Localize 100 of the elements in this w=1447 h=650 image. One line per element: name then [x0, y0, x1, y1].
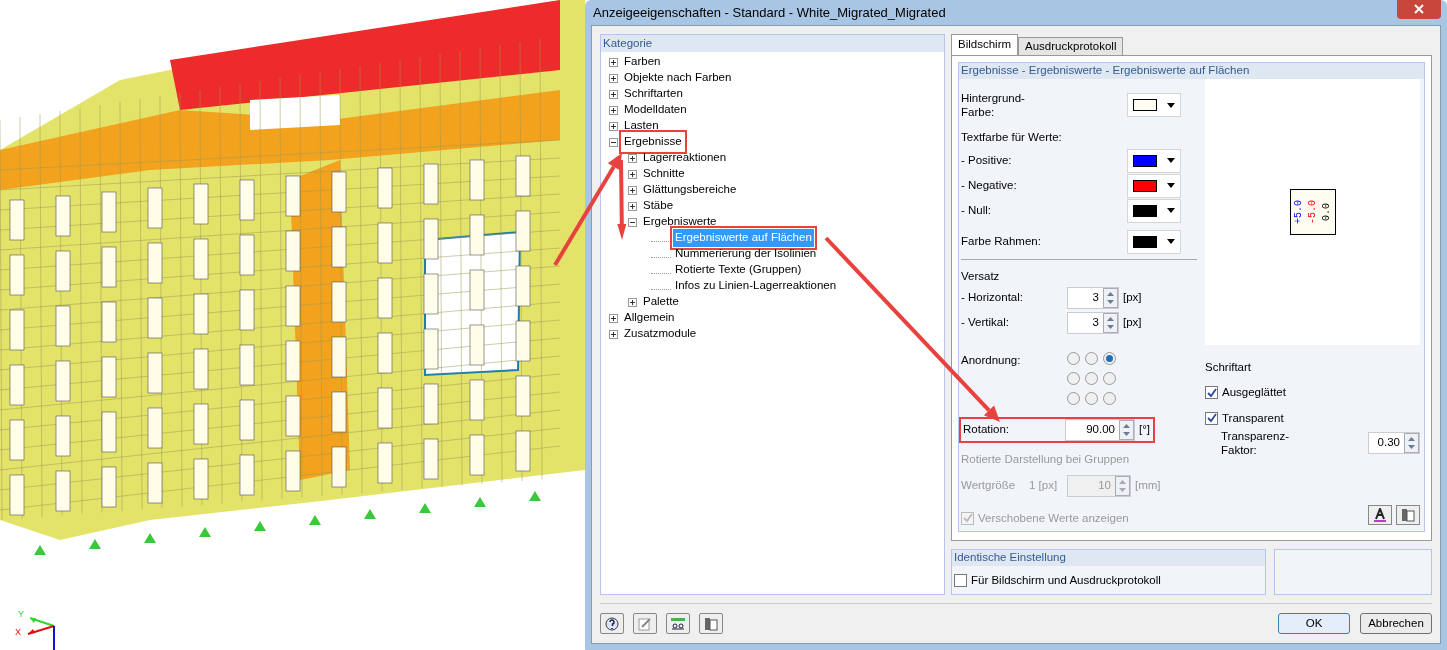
field-label: Anordnung: [961, 352, 1022, 368]
spin-field[interactable]: 3 [1067, 287, 1119, 309]
tree-item[interactable]: Objekte nach Farben [622, 69, 734, 87]
radio-button[interactable] [1067, 391, 1080, 405]
tree-item[interactable]: Zusatzmodule [622, 325, 699, 343]
cancel-button[interactable]: Abbrechen [1360, 613, 1432, 634]
color-dropdown[interactable] [1127, 173, 1181, 198]
unit-label: [mm] [1135, 478, 1161, 494]
field-label: - Negative: [961, 178, 1017, 194]
group-label: Schriftart [1205, 360, 1252, 375]
document-icon [704, 616, 718, 631]
checkbox[interactable] [954, 574, 967, 588]
spinner-arrows-icon [1103, 288, 1118, 308]
axis-label: Y [18, 610, 24, 619]
tree-item[interactable]: Palette [641, 293, 681, 311]
group-label: Rotierte Darstellung bei Gruppen [961, 451, 1131, 467]
expand-icon[interactable] [628, 153, 637, 163]
tree-item[interactable]: Schnitte [641, 165, 687, 183]
color-dropdown[interactable] [1127, 148, 1181, 173]
copy-button[interactable] [699, 613, 723, 634]
radio-button[interactable] [1103, 351, 1116, 365]
expand-icon[interactable] [609, 57, 618, 67]
tree-item[interactable]: Lasten [622, 117, 661, 135]
close-icon [1414, 3, 1424, 14]
radio-button[interactable] [1085, 371, 1098, 385]
tree-item[interactable]: Modelldaten [622, 101, 689, 119]
expand-icon[interactable] [628, 297, 637, 307]
edit-button[interactable] [633, 613, 657, 634]
tab[interactable]: Ausdruckprotokoll [1018, 37, 1124, 55]
expand-icon[interactable] [609, 329, 618, 339]
expand-icon[interactable] [628, 201, 637, 211]
tree-item[interactable]: Lagerreaktionen [641, 149, 729, 167]
tab[interactable]: Bildschirm [951, 34, 1019, 55]
tree-item[interactable]: Ergebnisse [622, 133, 684, 151]
spin-field[interactable]: 90.00 [1065, 418, 1135, 441]
tree-item[interactable]: Farben [622, 53, 663, 71]
tree-item[interactable]: Infos zu Linien-Lagerreaktionen [673, 277, 839, 295]
spinner-arrows-icon [1119, 419, 1134, 440]
collapse-icon[interactable] [609, 137, 618, 147]
preview-value: -5.0 [1307, 200, 1318, 224]
window-title: Anzeigeeigenschaften - Standard - White_Migrated_Migrated [592, 3, 946, 22]
field-label: - Null: [961, 203, 992, 219]
panel-header: Kategorie [601, 35, 944, 52]
color-dropdown[interactable] [1127, 93, 1181, 117]
preview-value: 0.0 [1321, 203, 1332, 221]
color-dropdown[interactable] [1127, 198, 1181, 223]
checkbox[interactable] [1205, 411, 1218, 425]
tree-item[interactable]: Glättungsbereiche [641, 181, 739, 199]
spinner-arrows-icon [1115, 475, 1130, 496]
unit-label: [px] [1123, 315, 1142, 331]
field-label: Wertgröße [961, 478, 1017, 494]
expand-icon[interactable] [628, 169, 637, 179]
expand-icon[interactable] [609, 105, 618, 115]
field-label: Rotation: [963, 421, 1011, 437]
color-dropdown[interactable] [1127, 229, 1181, 254]
checkbox-label: Ausgeglättet [1222, 385, 1286, 401]
radio-button[interactable] [1067, 351, 1080, 365]
section-header: Ergebnisse - Ergebniswerte - Ergebniswerte auf Flächen [959, 63, 1424, 79]
expand-icon[interactable] [628, 185, 637, 195]
field-label: - Positive: [961, 153, 1012, 169]
tree-item[interactable]: Schriftarten [622, 85, 685, 103]
spinner-arrows-icon [1404, 432, 1419, 453]
font-color-button[interactable] [1368, 505, 1392, 525]
field-label: Versatz [961, 269, 1001, 285]
checkbox[interactable] [1205, 386, 1218, 400]
checkbox-label: Verschobene Werte anzeigen [978, 510, 1129, 526]
collapse-icon[interactable] [628, 217, 637, 227]
spin-field[interactable]: 0.30 [1368, 431, 1420, 454]
copy-settings-button[interactable] [1396, 505, 1420, 525]
section-header: Identische Einstellung [952, 550, 1265, 566]
caret-icon [1167, 239, 1175, 245]
spin-field[interactable]: 3 [1067, 312, 1119, 334]
unit-label: [°] [1139, 421, 1150, 437]
checkbox-label: Transparent [1222, 410, 1284, 426]
radio-button[interactable] [1085, 391, 1098, 405]
document-icon [1401, 508, 1415, 522]
expand-icon[interactable] [609, 73, 618, 83]
expand-icon[interactable] [609, 89, 618, 99]
decimal-icon [670, 616, 686, 631]
tree-item[interactable]: Ergebniswerte [641, 213, 719, 231]
field-label: - Horizontal: [961, 290, 1024, 306]
radio-button[interactable] [1103, 371, 1116, 385]
radio-button[interactable] [1067, 371, 1080, 385]
font-color-icon [1373, 508, 1387, 522]
tree-item[interactable]: Rotierte Texte (Gruppen) [673, 261, 804, 279]
ok-button[interactable]: OK [1278, 613, 1350, 634]
spinner-arrows-icon [1103, 313, 1118, 333]
radio-button[interactable] [1103, 391, 1116, 405]
tree-item[interactable]: Stäbe [641, 197, 676, 215]
units-button[interactable] [666, 613, 690, 634]
help-button[interactable] [600, 613, 624, 634]
preview-value: +5.0 [1293, 200, 1304, 224]
scale-label: 1 [px] [1029, 478, 1059, 494]
radio-button[interactable] [1085, 351, 1098, 365]
close-button[interactable] [1397, 0, 1441, 19]
expand-icon[interactable] [609, 313, 618, 323]
expand-icon[interactable] [609, 121, 618, 131]
caret-icon [1167, 158, 1175, 164]
tree-item[interactable]: Nummerierung der Isolinien [673, 245, 819, 263]
tree-item[interactable]: Allgemein [622, 309, 677, 327]
